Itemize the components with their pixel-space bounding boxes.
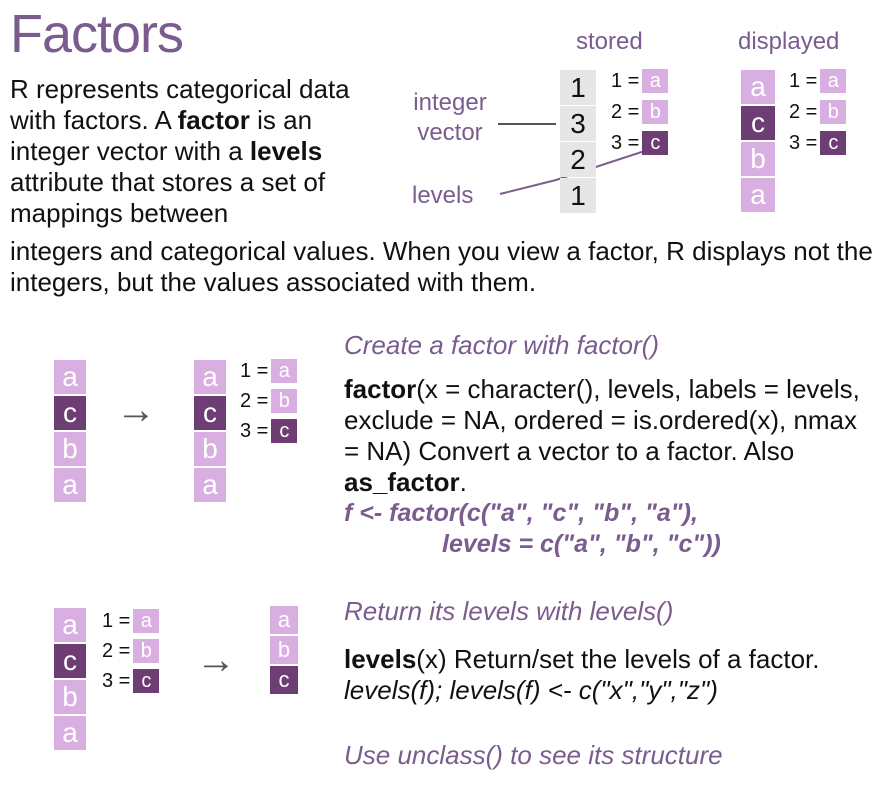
int-cell: 3 xyxy=(560,106,596,141)
levels-desc: levels(x) Return/set the levels of a fac… xyxy=(344,644,820,705)
int-cell: 1 xyxy=(560,70,596,105)
create-code-line-2: levels = c("a", "b", "c")) xyxy=(442,530,721,558)
create-title: Create a factor with factor() xyxy=(344,330,659,360)
input-cell: a xyxy=(54,360,86,394)
level-map: 2 = b xyxy=(102,638,160,664)
output-cell: a xyxy=(270,606,298,634)
level-map: 1 = a xyxy=(611,68,669,94)
int-cell: 1 xyxy=(560,178,596,213)
arrow-right-icon: → xyxy=(116,388,156,432)
input-cell: c xyxy=(54,644,86,678)
input-cell: a xyxy=(54,468,86,502)
level-map: 3 = c xyxy=(240,418,298,444)
create-desc: factor(x = character(), levels, labels =… xyxy=(344,374,860,497)
unclass-title: Use unclass() to see its structure xyxy=(344,740,723,770)
output-cell: c xyxy=(194,396,226,430)
displayed-cell: c xyxy=(741,106,775,140)
arrow-right-icon: → xyxy=(196,638,236,682)
displayed-cell: b xyxy=(741,142,775,176)
displayed-cell: a xyxy=(741,70,775,104)
input-cell: a xyxy=(54,716,86,750)
output-cell: b xyxy=(270,636,298,664)
level-map: 3 = c xyxy=(102,668,160,694)
input-cell: a xyxy=(54,608,86,642)
level-map: 2 = b xyxy=(240,388,298,414)
input-cell: c xyxy=(54,396,86,430)
level-map: 1 = a xyxy=(102,608,160,634)
output-cell: a xyxy=(194,468,226,502)
level-map: 2 = b xyxy=(789,99,847,125)
level-map: 1 = a xyxy=(240,358,298,384)
displayed-cell: a xyxy=(741,178,775,212)
level-map: 1 = a xyxy=(789,68,847,94)
output-cell: b xyxy=(194,432,226,466)
level-map: 3 = c xyxy=(611,130,669,156)
levels-title: Return its levels with levels() xyxy=(344,596,674,626)
input-cell: b xyxy=(54,432,86,466)
input-cell: b xyxy=(54,680,86,714)
int-cell: 2 xyxy=(560,142,596,177)
create-code-line-1: f <- factor(c("a", "c", "b", "a"), xyxy=(344,499,698,527)
output-cell: a xyxy=(194,360,226,394)
level-map: 2 = b xyxy=(611,99,669,125)
output-cell: c xyxy=(270,666,298,694)
level-map: 3 = c xyxy=(789,130,847,156)
